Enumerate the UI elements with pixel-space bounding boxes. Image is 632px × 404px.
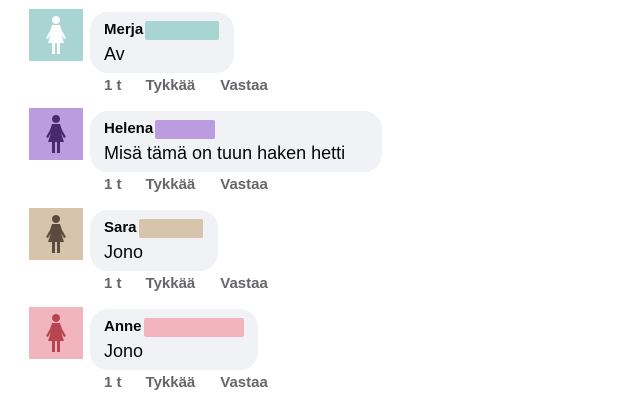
comment-actions: 1 t Tykkää Vastaa: [104, 175, 268, 195]
comment-timestamp[interactable]: 1 t: [104, 175, 122, 195]
comment-author[interactable]: Anne: [104, 317, 142, 337]
female-person-icon: [46, 314, 66, 352]
reply-button[interactable]: Vastaa: [220, 76, 268, 96]
like-button[interactable]: Tykkää: [146, 175, 196, 195]
comment-bubble: Merja Av: [90, 12, 234, 73]
comment-bubble: Anne Jono: [90, 309, 258, 370]
female-person-icon: [46, 215, 66, 253]
comment-bubble: Helena Misä tämä on tuun haken hetti: [90, 111, 382, 172]
comment-author[interactable]: Helena: [104, 119, 153, 139]
comment-item: Anne Jono 1 t Tykkää Vastaa: [0, 297, 632, 396]
like-button[interactable]: Tykkää: [146, 274, 196, 294]
redacted-name: [143, 317, 244, 337]
comment-actions: 1 t Tykkää Vastaa: [104, 373, 268, 393]
comment-text: Misä tämä on tuun haken hetti: [104, 143, 346, 163]
comment-author[interactable]: Sara: [104, 218, 137, 238]
female-person-icon: [46, 115, 66, 153]
comment-text: Jono: [104, 242, 144, 262]
avatar[interactable]: [29, 208, 83, 260]
avatar[interactable]: [29, 307, 83, 359]
reply-button[interactable]: Vastaa: [220, 175, 268, 195]
like-button[interactable]: Tykkää: [146, 373, 196, 393]
female-person-icon: [46, 16, 66, 54]
comment-actions: 1 t Tykkää Vastaa: [104, 76, 268, 96]
reply-button[interactable]: Vastaa: [220, 274, 268, 294]
comment-author[interactable]: Merja: [104, 20, 143, 40]
avatar[interactable]: [29, 108, 83, 160]
comment-timestamp[interactable]: 1 t: [104, 274, 122, 294]
comment-actions: 1 t Tykkää Vastaa: [104, 274, 268, 294]
avatar[interactable]: [29, 9, 83, 61]
redacted-name: [138, 218, 203, 238]
comment-text: Av: [104, 44, 125, 64]
redacted-name: [145, 20, 220, 40]
comment-timestamp[interactable]: 1 t: [104, 76, 122, 96]
reply-button[interactable]: Vastaa: [220, 373, 268, 393]
comment-item: Sara Jono 1 t Tykkää Vastaa: [0, 198, 632, 297]
redacted-name: [155, 119, 216, 139]
comment-item: Merja Av 1 t Tykkää Vastaa: [0, 0, 632, 99]
comment-item: Helena Misä tämä on tuun haken hetti 1 t…: [0, 99, 632, 198]
comment-bubble: Sara Jono: [90, 210, 218, 271]
comment-timestamp[interactable]: 1 t: [104, 373, 122, 393]
like-button[interactable]: Tykkää: [146, 76, 196, 96]
comment-text: Jono: [104, 341, 144, 361]
